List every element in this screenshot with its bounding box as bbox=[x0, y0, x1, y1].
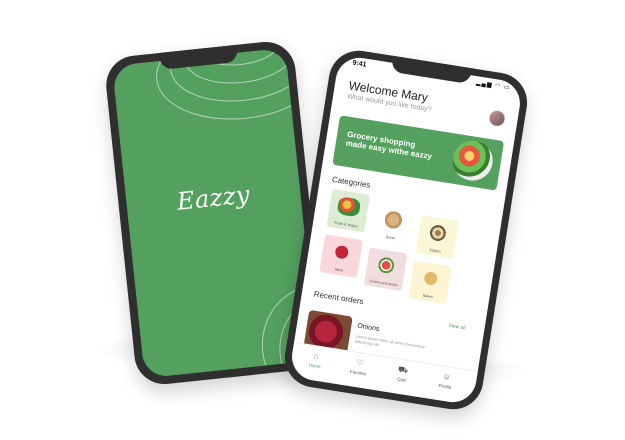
splash-screen: Eazzy bbox=[112, 47, 318, 379]
category-label: Snacks and drinks bbox=[368, 278, 398, 288]
signal-wifi-battery-icon: ▂▄▆ ◠ ▭ bbox=[475, 80, 511, 92]
status-time: 9:41 bbox=[351, 59, 367, 69]
recent-orders-title: Recent orders bbox=[313, 289, 365, 307]
category-snacks-drinks[interactable]: Snacks and drinks bbox=[363, 247, 408, 292]
category-image bbox=[381, 209, 406, 231]
category-meat[interactable]: Meat bbox=[319, 234, 363, 278]
order-title: Onions bbox=[356, 322, 380, 334]
category-bread[interactable]: Bread bbox=[371, 202, 415, 246]
category-image bbox=[373, 254, 399, 276]
nav-cart[interactable]: ⛟ Cart bbox=[381, 362, 423, 385]
nav-favorite[interactable]: ♡ Favorite bbox=[338, 355, 380, 378]
category-fruits-vegies[interactable]: Fruits & Vegies bbox=[326, 188, 371, 233]
category-image bbox=[418, 267, 443, 290]
avatar[interactable] bbox=[487, 108, 507, 129]
category-image bbox=[425, 222, 451, 244]
nav-home[interactable]: ⌂ Home bbox=[294, 348, 336, 371]
category-label: Staples bbox=[429, 247, 442, 254]
banner-text: Grocery shopping made easy withe eazzy bbox=[345, 129, 433, 162]
home-screen: 9:41 ▂▄▆ ◠ ▭ Welcome Mary What would you… bbox=[288, 54, 524, 406]
salad-bowl-image bbox=[449, 137, 496, 184]
nav-profile[interactable]: ☺ Profile bbox=[425, 369, 467, 392]
bottom-nav: ⌂ Home ♡ Favorite ⛟ Cart ☺ Profile bbox=[288, 341, 478, 406]
view-all-link[interactable]: View all bbox=[448, 323, 466, 332]
category-image bbox=[336, 196, 362, 218]
category-label: Bakes bbox=[422, 293, 434, 299]
category-image bbox=[329, 241, 355, 263]
category-label: Meat bbox=[334, 267, 344, 273]
category-label: Fruits & Vegies bbox=[334, 220, 359, 229]
category-bakes[interactable]: Bakes bbox=[408, 260, 452, 305]
categories-title: Categories bbox=[331, 174, 371, 190]
category-staples[interactable]: Staples bbox=[415, 215, 460, 259]
category-label: Bread bbox=[385, 234, 396, 241]
